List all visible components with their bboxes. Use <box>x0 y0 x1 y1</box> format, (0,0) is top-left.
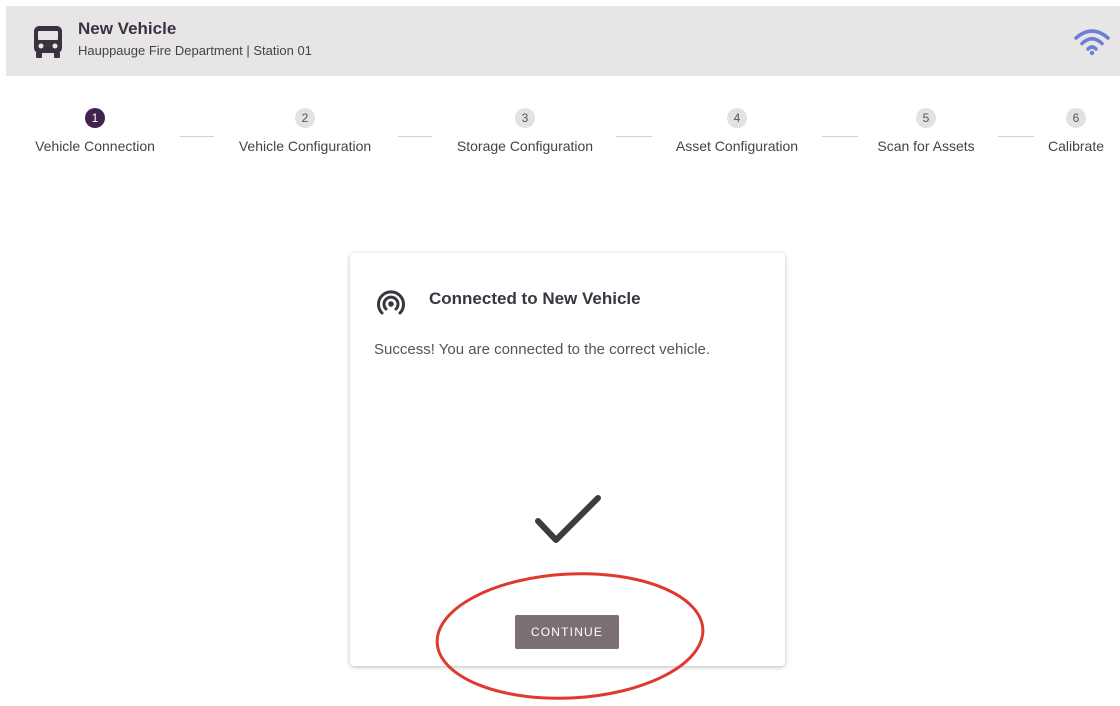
step-calibrate[interactable]: 6 Calibrate <box>1034 108 1118 154</box>
page: New Vehicle Hauppauge Fire Department | … <box>0 0 1120 706</box>
step-label: Scan for Assets <box>877 138 975 154</box>
step-asset-configuration[interactable]: 4 Asset Configuration <box>650 108 824 154</box>
step-storage-configuration[interactable]: 3 Storage Configuration <box>432 108 618 154</box>
header-text: New Vehicle Hauppauge Fire Department | … <box>78 18 312 60</box>
step-number: 1 <box>85 108 105 128</box>
step-number: 5 <box>916 108 936 128</box>
step-label: Storage Configuration <box>456 138 594 154</box>
wifi-icon <box>1074 29 1110 56</box>
step-connector <box>398 136 432 137</box>
step-vehicle-configuration[interactable]: 2 Vehicle Configuration <box>212 108 398 154</box>
checkmark-icon <box>535 495 601 543</box>
step-vehicle-connection[interactable]: 1 Vehicle Connection <box>0 108 190 154</box>
app-header: New Vehicle Hauppauge Fire Department | … <box>6 6 1120 76</box>
step-number: 4 <box>727 108 747 128</box>
card-title: Connected to New Vehicle <box>429 289 641 308</box>
signal-icon <box>377 290 405 315</box>
continue-button[interactable]: CONTINUE <box>515 615 619 649</box>
step-number: 6 <box>1066 108 1086 128</box>
step-label: Vehicle Configuration <box>238 138 372 154</box>
connection-card: Connected to New Vehicle Success! You ar… <box>350 253 785 666</box>
card-message: Success! You are connected to the correc… <box>374 341 711 358</box>
step-label: Calibrate <box>1047 138 1105 154</box>
step-number: 2 <box>295 108 315 128</box>
page-title: New Vehicle <box>78 19 177 38</box>
step-connector <box>998 136 1034 137</box>
step-connector <box>616 136 652 137</box>
step-number: 3 <box>515 108 535 128</box>
step-connector <box>180 136 214 137</box>
step-label: Asset Configuration <box>675 138 799 154</box>
step-connector <box>822 136 858 137</box>
step-scan-for-assets[interactable]: 5 Scan for Assets <box>856 108 996 154</box>
page-subtitle: Hauppauge Fire Department | Station 01 <box>78 43 312 58</box>
bus-icon <box>34 26 62 58</box>
stepper: 1 Vehicle Connection 2 Vehicle Configura… <box>0 108 1120 168</box>
step-label: Vehicle Connection <box>35 138 155 154</box>
